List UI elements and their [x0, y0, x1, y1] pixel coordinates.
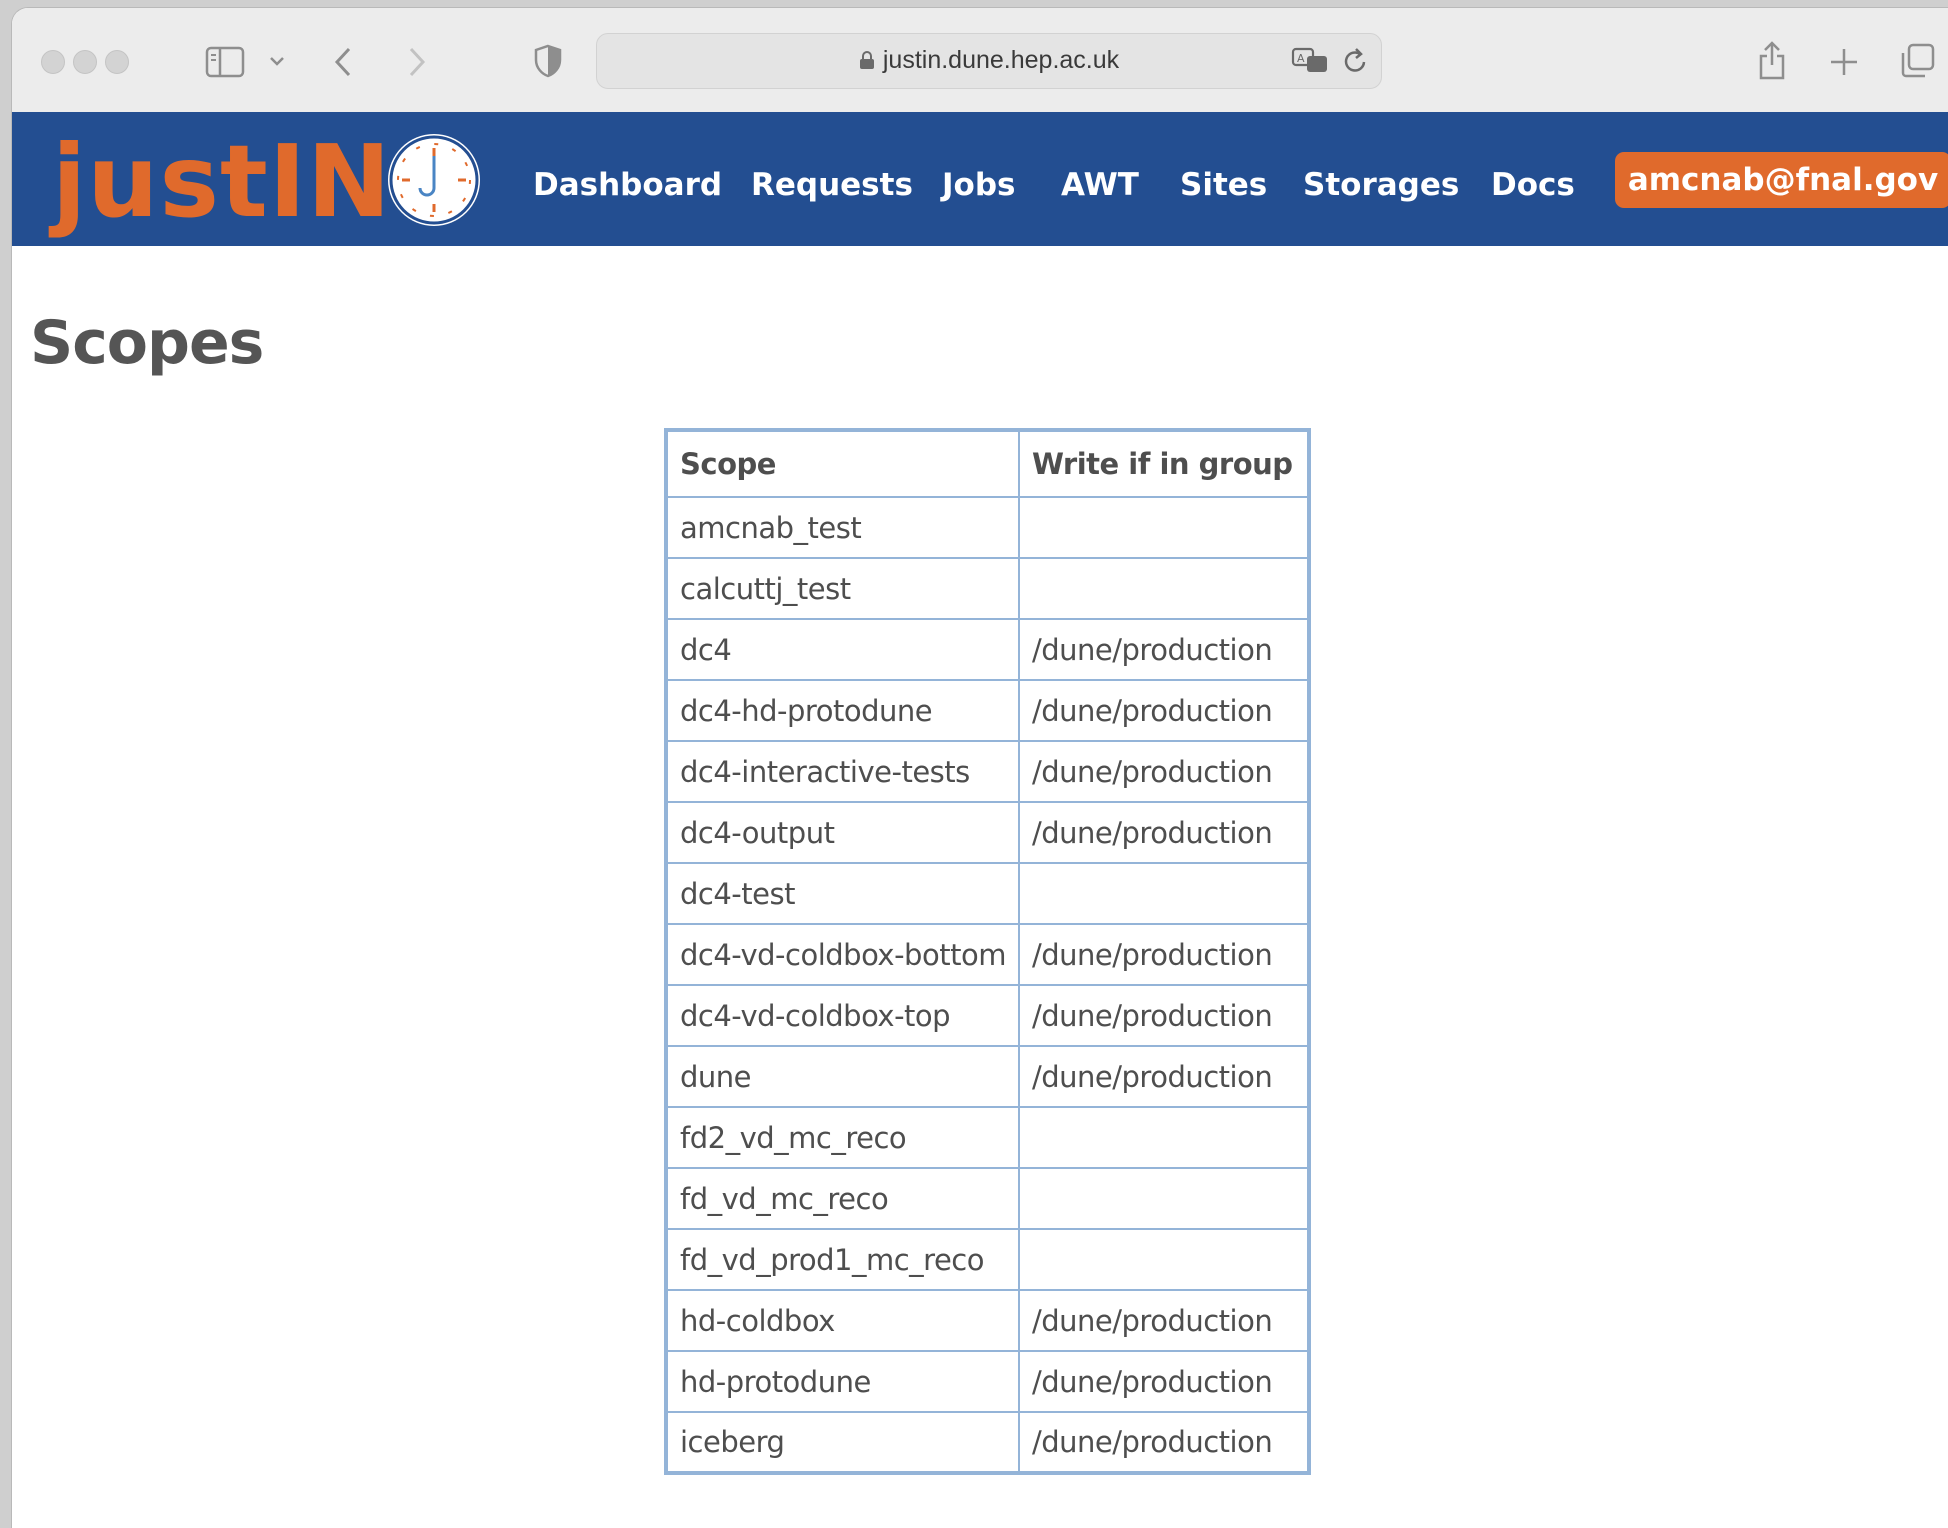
nav-storages[interactable]: Storages: [1303, 167, 1459, 203]
browser-toolbar: justin.dune.hep.ac.uk A: [12, 8, 1948, 113]
table-row: dc4-test: [665, 862, 1310, 925]
write-group-cell: /dune/production: [1017, 1289, 1310, 1352]
chevron-down-icon[interactable]: [268, 54, 286, 68]
scope-cell: dc4-output: [665, 801, 1020, 864]
site-header: justIN Dashboard Requests Jobs AWT Sites…: [12, 112, 1948, 246]
lock-icon: [859, 51, 874, 69]
scopes-table: Scope Write if in group amcnab_test calcu…: [664, 428, 1311, 1475]
new-tab-icon[interactable]: [1828, 46, 1860, 78]
user-account-button[interactable]: amcnab@fnal.gov: [1615, 152, 1948, 208]
translate-icon[interactable]: A: [1291, 47, 1329, 75]
zoom-window-button[interactable]: [105, 50, 129, 74]
table-row: dc4-hd-protodune/dune/production: [665, 679, 1310, 742]
table-row: dc4-vd-coldbox-top/dune/production: [665, 984, 1310, 1047]
table-row: fd_vd_prod1_mc_reco: [665, 1228, 1310, 1291]
table-row: dc4-interactive-tests/dune/production: [665, 740, 1310, 803]
write-group-cell: /dune/production: [1017, 1045, 1310, 1108]
write-group-cell: [1017, 1228, 1310, 1291]
write-group-cell: /dune/production: [1017, 984, 1310, 1047]
tab-overview-icon[interactable]: [1899, 42, 1937, 80]
sidebar-icon[interactable]: [205, 46, 245, 78]
table-row: amcnab_test: [665, 496, 1310, 559]
scope-cell: hd-coldbox: [665, 1289, 1020, 1352]
scope-cell: dc4-hd-protodune: [665, 679, 1020, 742]
write-group-cell: [1017, 496, 1310, 559]
scope-cell: dc4-test: [665, 862, 1020, 925]
write-group-cell: /dune/production: [1017, 1411, 1310, 1474]
scope-cell: dune: [665, 1045, 1020, 1108]
write-group-cell: /dune/production: [1017, 679, 1310, 742]
nav-dashboard[interactable]: Dashboard: [533, 167, 722, 203]
table-row: fd_vd_mc_reco: [665, 1167, 1310, 1230]
nav-awt[interactable]: AWT: [1061, 167, 1139, 203]
write-group-cell: [1017, 862, 1310, 925]
scope-cell: fd_vd_prod1_mc_reco: [665, 1228, 1020, 1291]
forward-icon[interactable]: [404, 46, 428, 78]
back-icon[interactable]: [332, 46, 356, 78]
nav-sites[interactable]: Sites: [1180, 167, 1267, 203]
table-row: dc4-output/dune/production: [665, 801, 1310, 864]
write-group-cell: /dune/production: [1017, 1350, 1310, 1413]
scope-cell: calcuttj_test: [665, 557, 1020, 620]
scope-cell: hd-protodune: [665, 1350, 1020, 1413]
table-row: hd-protodune/dune/production: [665, 1350, 1310, 1413]
table-row: fd2_vd_mc_reco: [665, 1106, 1310, 1169]
column-header-write-group: Write if in group: [1017, 429, 1310, 498]
column-header-scope: Scope: [665, 429, 1020, 498]
write-group-cell: /dune/production: [1017, 740, 1310, 803]
table-row: iceberg/dune/production: [665, 1411, 1310, 1474]
privacy-shield-icon[interactable]: [533, 44, 563, 78]
scope-cell: dc4-vd-coldbox-bottom: [665, 923, 1020, 986]
table-row: hd-coldbox/dune/production: [665, 1289, 1310, 1352]
scope-cell: fd2_vd_mc_reco: [665, 1106, 1020, 1169]
write-group-cell: /dune/production: [1017, 923, 1310, 986]
minimize-window-button[interactable]: [73, 50, 97, 74]
scope-cell: amcnab_test: [665, 496, 1020, 559]
reload-icon[interactable]: [1342, 46, 1370, 76]
table-row: calcuttj_test: [665, 557, 1310, 620]
close-window-button[interactable]: [41, 50, 65, 74]
page-title: Scopes: [30, 308, 264, 378]
url-text: justin.dune.hep.ac.uk: [882, 46, 1120, 74]
scope-cell: dc4-vd-coldbox-top: [665, 984, 1020, 1047]
nav-docs[interactable]: Docs: [1491, 167, 1575, 203]
table-row: dune/dune/production: [665, 1045, 1310, 1108]
table-row: dc4/dune/production: [665, 618, 1310, 681]
write-group-cell: [1017, 1106, 1310, 1169]
write-group-cell: /dune/production: [1017, 618, 1310, 681]
write-group-cell: [1017, 557, 1310, 620]
share-icon[interactable]: [1757, 39, 1787, 81]
scope-cell: fd_vd_mc_reco: [665, 1167, 1020, 1230]
clock-logo-icon: [388, 134, 480, 226]
nav-requests[interactable]: Requests: [751, 167, 913, 203]
browser-window: justin.dune.hep.ac.uk A justIN Dashboard…: [12, 8, 1948, 1528]
address-bar[interactable]: justin.dune.hep.ac.uk A: [596, 33, 1382, 89]
write-group-cell: /dune/production: [1017, 801, 1310, 864]
table-header-row: Scope Write if in group: [665, 429, 1310, 498]
write-group-cell: [1017, 1167, 1310, 1230]
scope-cell: dc4-interactive-tests: [665, 740, 1020, 803]
nav-jobs[interactable]: Jobs: [942, 167, 1015, 203]
site-logo[interactable]: justIN: [52, 132, 392, 232]
scope-cell: iceberg: [665, 1411, 1020, 1474]
table-row: dc4-vd-coldbox-bottom/dune/production: [665, 923, 1310, 986]
svg-text:A: A: [1297, 52, 1305, 65]
scope-cell: dc4: [665, 618, 1020, 681]
